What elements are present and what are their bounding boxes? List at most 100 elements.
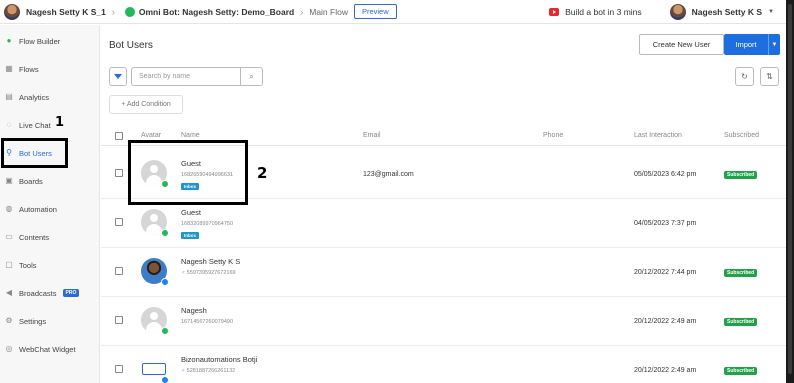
sidebar-item-label: Settings: [19, 316, 47, 326]
user-id: ♂ 5281887266261132: [181, 368, 235, 374]
annotation-box-bot-users: [1, 138, 68, 168]
subscribed-badge: Subscribed: [724, 269, 758, 277]
youtube-icon[interactable]: [549, 7, 560, 16]
last-interaction: 20/12/2022 2:49 am: [634, 318, 697, 325]
flow-builder-icon: ●: [6, 36, 12, 45]
table-row[interactable]: Guest 16832089970964750 Inbox 04/05/2023…: [101, 199, 786, 248]
subscribed-badge: Subscribed: [724, 318, 758, 326]
flow-breadcrumb[interactable]: Main Flow: [309, 7, 348, 17]
column-header-name[interactable]: Name: [181, 132, 200, 139]
user-name[interactable]: Nagesh Setty K S: [181, 257, 240, 266]
account-name[interactable]: Nagesh Setty K S: [692, 7, 762, 17]
pro-badge: PRO: [62, 289, 80, 297]
sidebar-item-label: Boards: [19, 176, 43, 186]
top-bar: Nagesh Setty K S_1 › Omni Bot: Nagesh Se…: [0, 0, 786, 24]
chevron-down-icon[interactable]: ▼: [768, 34, 780, 55]
filter-button[interactable]: [109, 67, 127, 86]
user-email: 123@gmail.com: [363, 171, 414, 178]
column-settings-button[interactable]: ⇅: [760, 67, 779, 86]
column-header-phone[interactable]: Phone: [543, 132, 563, 139]
sidebar-item-label: WebChat Widget: [19, 344, 76, 354]
row-checkbox[interactable]: [115, 218, 123, 226]
account-avatar[interactable]: [669, 3, 686, 20]
automation-icon: ◍: [5, 204, 13, 213]
sidebar-item-label: Live Chat: [19, 120, 51, 130]
page-scrollbar[interactable]: [786, 0, 794, 383]
last-interaction: 20/12/2022 7:44 pm: [634, 269, 697, 276]
tools-icon: ▢: [5, 260, 13, 269]
search-button[interactable]: ⌕: [240, 67, 263, 86]
company-logo: [142, 363, 166, 375]
breadcrumb-separator: ›: [111, 6, 115, 17]
workspace-user-name[interactable]: Nagesh Setty K S_1: [26, 7, 106, 17]
sidebar-item-webchat-widget[interactable]: ◎ WebChat Widget: [0, 335, 100, 363]
annotation-number-1: 1: [55, 115, 65, 130]
webchat-widget-icon: ◎: [5, 344, 13, 353]
app-window: Nagesh Setty K S_1 › Omni Bot: Nagesh Se…: [0, 0, 786, 383]
sidebar-item-automation[interactable]: ◍ Automation: [0, 195, 100, 223]
sidebar-item-label: Automation: [19, 204, 57, 214]
column-header-avatar: Avatar: [141, 132, 162, 139]
select-all-checkbox[interactable]: [115, 132, 123, 140]
column-header-last-interaction[interactable]: Last Interaction: [634, 132, 682, 139]
sidebar: ● Flow Builder ▦ Flows ▤ Analytics ◌ Liv…: [0, 25, 100, 383]
user-id-value: 5281887266261132: [186, 368, 236, 374]
scrollbar-thumb[interactable]: [788, 4, 792, 374]
chevron-down-icon[interactable]: ▼: [768, 9, 774, 15]
filter-icon: [114, 74, 122, 79]
settings-icon: ⚙: [5, 316, 13, 325]
sidebar-item-flows[interactable]: ▦ Flows: [0, 55, 100, 83]
user-id: 16832089970964750: [181, 221, 234, 227]
refresh-icon: ↻: [741, 72, 748, 81]
sliders-icon: ⇅: [766, 72, 773, 81]
row-checkbox[interactable]: [115, 365, 123, 373]
page-title: Bot Users: [109, 40, 153, 51]
inbox-tag: Inbox: [181, 232, 199, 239]
flows-icon: ▦: [5, 64, 13, 73]
refresh-button[interactable]: ↻: [735, 67, 754, 86]
create-new-user-button[interactable]: Create New User: [639, 34, 724, 55]
messenger-icon: [161, 376, 169, 383]
annotation-number-2: 2: [257, 164, 268, 182]
user-id-value: 5597395927672169: [186, 270, 236, 276]
row-checkbox[interactable]: [115, 316, 123, 324]
table-row[interactable]: Nagesh Setty K S ♂ 5597395927672169 20/1…: [101, 248, 786, 297]
table-row[interactable]: Bizonautomations Botji ♂ 528188726626113…: [101, 346, 786, 383]
import-button-label: Import: [735, 40, 757, 49]
sidebar-item-flow-builder[interactable]: ● Flow Builder: [0, 27, 100, 55]
whatsapp-icon: [124, 6, 135, 17]
preview-button[interactable]: Preview: [353, 4, 397, 19]
sidebar-item-broadcasts[interactable]: ◀ Broadcasts PRO: [0, 279, 100, 307]
last-interaction: 20/12/2022 2:49 am: [634, 367, 697, 374]
user-id: ♂ 5597395927672169: [181, 270, 236, 276]
bot-breadcrumb[interactable]: Omni Bot: Nagesh Setty: Demo_Board: [124, 6, 294, 17]
sidebar-item-tools[interactable]: ▢ Tools: [0, 251, 100, 279]
sidebar-item-label: Contents: [19, 232, 50, 242]
subscribed-badge: Subscribed: [724, 171, 758, 179]
build-bot-link[interactable]: Build a bot in 3 mins: [565, 7, 642, 17]
sidebar-item-boards[interactable]: ▣ Boards: [0, 167, 100, 195]
row-checkbox[interactable]: [115, 169, 123, 177]
user-name[interactable]: Nagesh: [181, 306, 207, 315]
sidebar-item-label: Flows: [19, 64, 39, 74]
column-header-subscribed[interactable]: Subscribed: [724, 132, 759, 139]
sidebar-item-analytics[interactable]: ▤ Analytics: [0, 83, 100, 111]
add-condition-button[interactable]: + Add Condition: [109, 95, 183, 114]
user-id: 16714567260079490: [181, 319, 234, 325]
sidebar-item-live-chat[interactable]: ◌ Live Chat: [0, 111, 100, 139]
sidebar-item-label: Analytics: [19, 92, 50, 102]
column-header-email[interactable]: Email: [363, 132, 381, 139]
sidebar-item-contents[interactable]: ▭ Contents: [0, 223, 100, 251]
contents-icon: ▭: [5, 232, 13, 241]
workspace-avatar[interactable]: [4, 3, 20, 20]
whatsapp-icon: [161, 327, 169, 335]
search-input[interactable]: [131, 67, 241, 86]
row-checkbox[interactable]: [115, 267, 123, 275]
user-name[interactable]: Guest: [181, 208, 201, 217]
whatsapp-icon: [161, 229, 169, 237]
table-row[interactable]: Nagesh 16714567260079490 20/12/2022 2:49…: [101, 297, 786, 346]
user-name[interactable]: Bizonautomations Botji: [181, 355, 257, 364]
import-button[interactable]: Import ▼: [724, 34, 780, 55]
sidebar-item-label: Tools: [19, 260, 37, 270]
sidebar-item-settings[interactable]: ⚙ Settings: [0, 307, 100, 335]
